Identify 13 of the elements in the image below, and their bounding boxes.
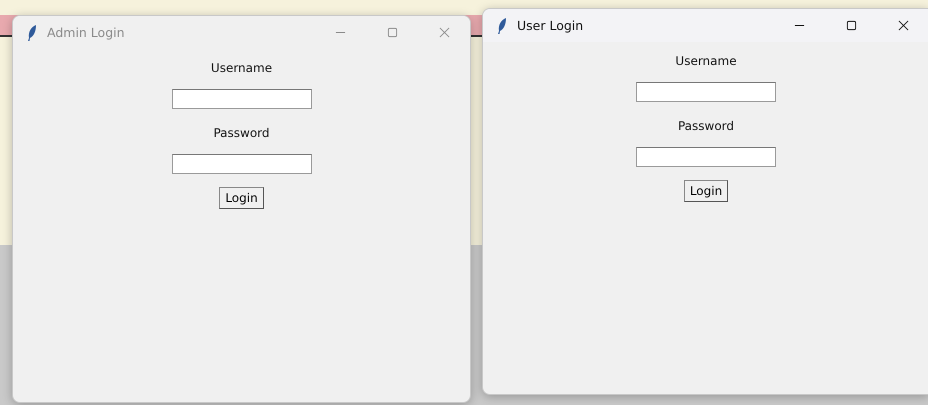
- window-title: User Login: [517, 18, 584, 33]
- close-icon[interactable]: [898, 20, 908, 31]
- field-label: Username: [675, 54, 737, 70]
- login-button[interactable]: Login: [684, 180, 728, 202]
- maximize-icon[interactable]: [846, 20, 856, 31]
- field-label: Password: [213, 126, 270, 142]
- field-label: Password: [678, 119, 734, 135]
- input-field[interactable]: [636, 82, 776, 102]
- field-label: Username: [210, 61, 272, 77]
- feather-icon: [27, 24, 37, 40]
- feather-icon: [497, 18, 507, 34]
- input-field[interactable]: [636, 147, 776, 167]
- window-title: Admin Login: [47, 25, 125, 40]
